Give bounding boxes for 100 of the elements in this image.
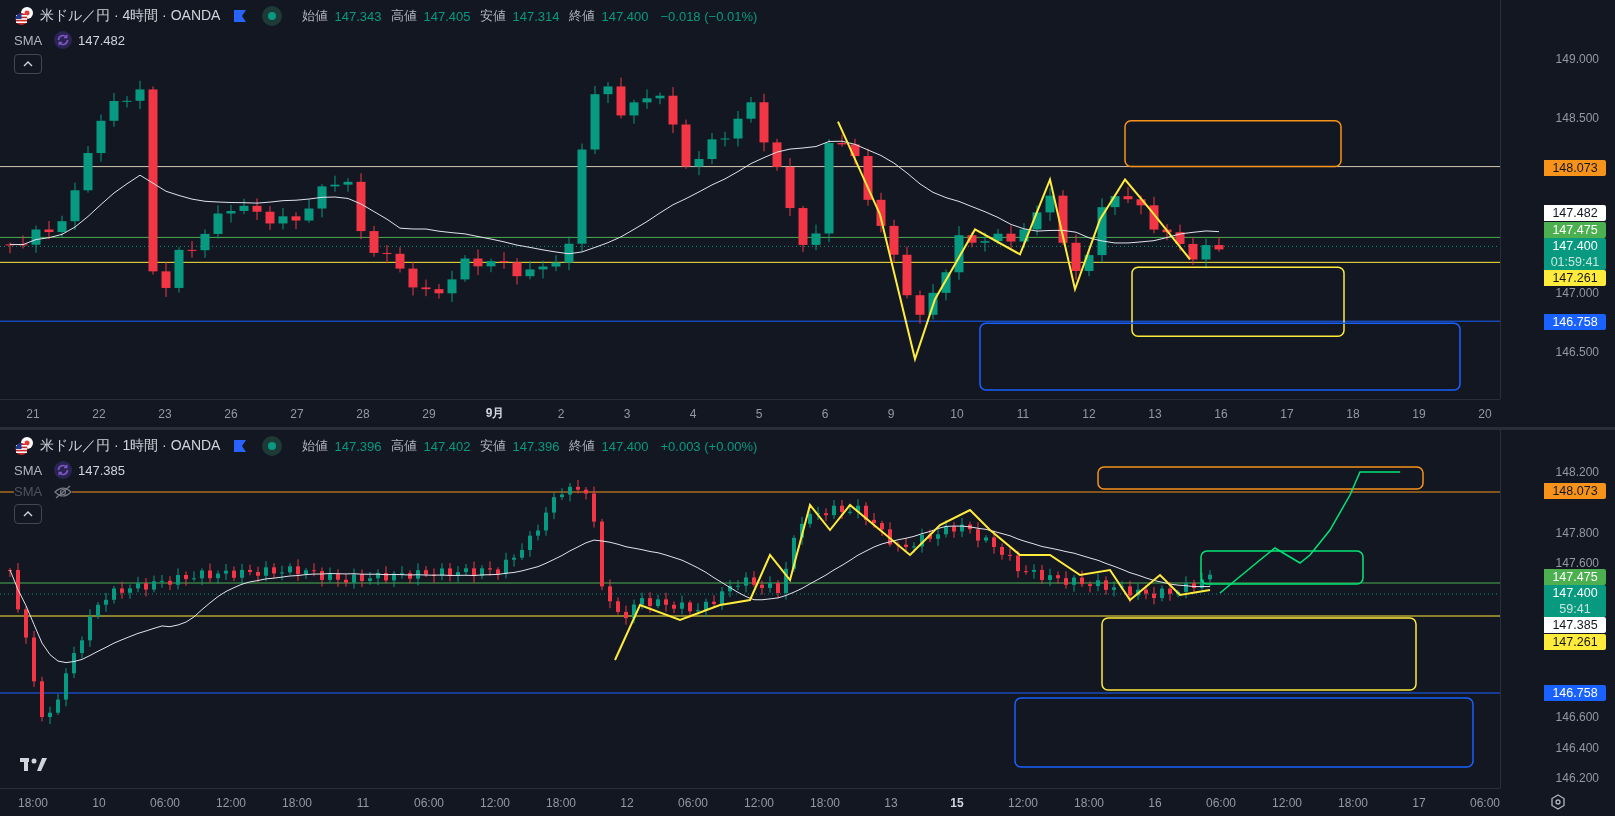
ohlc-label: 安値 bbox=[480, 437, 507, 455]
time-label: 2 bbox=[556, 406, 566, 421]
price-marker: 148.073 bbox=[1544, 160, 1606, 176]
indicator-value: 147.385 bbox=[78, 462, 125, 478]
indicator-value: 147.482 bbox=[78, 32, 125, 48]
indicator-name: SMA bbox=[14, 462, 44, 478]
time-label: 10 bbox=[91, 795, 107, 810]
ohlc-value: 147.400 bbox=[601, 8, 649, 24]
flag-icon[interactable] bbox=[234, 440, 247, 452]
time-label: 15 bbox=[949, 795, 965, 810]
market-status-icon bbox=[262, 436, 283, 456]
price-marker: 146.758 bbox=[1544, 314, 1606, 330]
time-label: 9 bbox=[886, 406, 896, 421]
price-tick-label: 147.600 bbox=[1555, 556, 1599, 570]
time-label: 26 bbox=[223, 406, 239, 421]
time-label: 18:00 bbox=[281, 795, 313, 810]
time-label: 06:00 bbox=[677, 795, 709, 810]
ohlc-label: 高値 bbox=[391, 437, 418, 455]
time-label: 18:00 bbox=[1073, 795, 1105, 810]
price-marker: 147.400 59:41 bbox=[1544, 585, 1606, 617]
price-tick-label: 148.500 bbox=[1555, 111, 1599, 125]
time-label: 06:00 bbox=[1469, 795, 1501, 810]
time-label: 12 bbox=[619, 795, 635, 810]
time-label: 18 bbox=[1345, 406, 1361, 421]
symbol-title: 米ドル／円 · 4時間 · OANDA bbox=[40, 7, 221, 25]
time-label: 10 bbox=[949, 406, 965, 421]
time-label: 18:00 bbox=[809, 795, 841, 810]
price-tick-label: 146.500 bbox=[1555, 345, 1599, 359]
time-label: 06:00 bbox=[149, 795, 181, 810]
time-label: 5 bbox=[754, 406, 764, 421]
time-label: 12:00 bbox=[1007, 795, 1039, 810]
time-label: 17 bbox=[1279, 406, 1295, 421]
ohlc-value: 147.343 bbox=[334, 8, 382, 24]
time-label: 20 bbox=[1477, 406, 1493, 421]
ohlc-value: 147.402 bbox=[423, 438, 471, 454]
ohlc-label: 始値 bbox=[302, 7, 329, 25]
time-label: 12:00 bbox=[215, 795, 247, 810]
indicator-name: SMA bbox=[14, 484, 44, 499]
time-label: 13 bbox=[1147, 406, 1163, 421]
ohlc-value: 147.400 bbox=[601, 438, 649, 454]
indicator-name: SMA bbox=[14, 32, 44, 48]
time-label: 27 bbox=[289, 406, 305, 421]
time-label: 29 bbox=[421, 406, 437, 421]
time-label: 3 bbox=[622, 406, 632, 421]
chevron-up-icon bbox=[23, 61, 33, 67]
currency-flag-icon bbox=[14, 436, 34, 456]
settings-icon[interactable] bbox=[1549, 794, 1566, 810]
ohlc-value: 147.405 bbox=[423, 8, 471, 24]
price-marker: 147.261 bbox=[1544, 634, 1606, 650]
ohlc-label: 終値 bbox=[569, 437, 596, 455]
ohlc-value: 147.314 bbox=[512, 8, 560, 24]
price-marker: 147.475 bbox=[1544, 222, 1606, 238]
time-label: 06:00 bbox=[1205, 795, 1237, 810]
collapse-button[interactable] bbox=[14, 504, 42, 524]
time-label: 17 bbox=[1411, 795, 1427, 810]
ohlc-label: 終値 bbox=[569, 7, 596, 25]
time-label: 21 bbox=[25, 406, 41, 421]
logo-icon bbox=[20, 758, 47, 771]
price-marker: 147.261 bbox=[1544, 270, 1606, 286]
time-label: 12:00 bbox=[743, 795, 775, 810]
price-tick-label: 146.400 bbox=[1555, 741, 1599, 755]
price-tick-label: 147.800 bbox=[1555, 526, 1599, 540]
time-label: 11 bbox=[355, 795, 371, 810]
eye-off-icon[interactable] bbox=[54, 484, 72, 499]
price-marker: 147.385 bbox=[1544, 617, 1606, 633]
symbol-title: 米ドル／円 · 1時間 · OANDA bbox=[40, 437, 221, 455]
time-label: 9月 bbox=[484, 405, 506, 422]
change-value: +0.003 (+0.00%) bbox=[660, 438, 758, 454]
change-value: −0.018 (−0.01%) bbox=[660, 8, 758, 24]
time-label: 22 bbox=[91, 406, 107, 421]
time-label: 18:00 bbox=[545, 795, 577, 810]
time-label: 28 bbox=[355, 406, 371, 421]
price-marker: 148.073 bbox=[1544, 483, 1606, 499]
ohlc-value: 147.396 bbox=[334, 438, 382, 454]
time-label: 16 bbox=[1147, 795, 1163, 810]
currency-flag-icon bbox=[14, 6, 34, 26]
time-label: 11 bbox=[1015, 406, 1031, 421]
price-marker: 146.758 bbox=[1544, 685, 1606, 701]
sync-icon[interactable] bbox=[54, 31, 72, 49]
price-tick-label: 149.000 bbox=[1555, 52, 1599, 66]
sync-icon[interactable] bbox=[54, 461, 72, 479]
flag-icon[interactable] bbox=[234, 10, 247, 22]
time-label: 12:00 bbox=[479, 795, 511, 810]
chevron-up-icon bbox=[23, 511, 33, 517]
price-tick-label: 147.000 bbox=[1555, 286, 1599, 300]
ohlc-label: 安値 bbox=[480, 7, 507, 25]
price-tick-label: 146.200 bbox=[1555, 771, 1599, 785]
price-marker: 147.400 01:59:41 bbox=[1544, 238, 1606, 270]
time-label: 18:00 bbox=[1337, 795, 1369, 810]
time-label: 06:00 bbox=[413, 795, 445, 810]
price-tick-label: 146.600 bbox=[1555, 710, 1599, 724]
ohlc-label: 高値 bbox=[391, 7, 418, 25]
time-label: 18:00 bbox=[17, 795, 49, 810]
price-marker: 147.475 bbox=[1544, 569, 1606, 585]
time-label: 4 bbox=[688, 406, 698, 421]
time-label: 13 bbox=[883, 795, 899, 810]
time-label: 12:00 bbox=[1271, 795, 1303, 810]
time-label: 6 bbox=[820, 406, 830, 421]
price-marker: 147.482 bbox=[1544, 205, 1606, 221]
collapse-button[interactable] bbox=[14, 54, 42, 74]
